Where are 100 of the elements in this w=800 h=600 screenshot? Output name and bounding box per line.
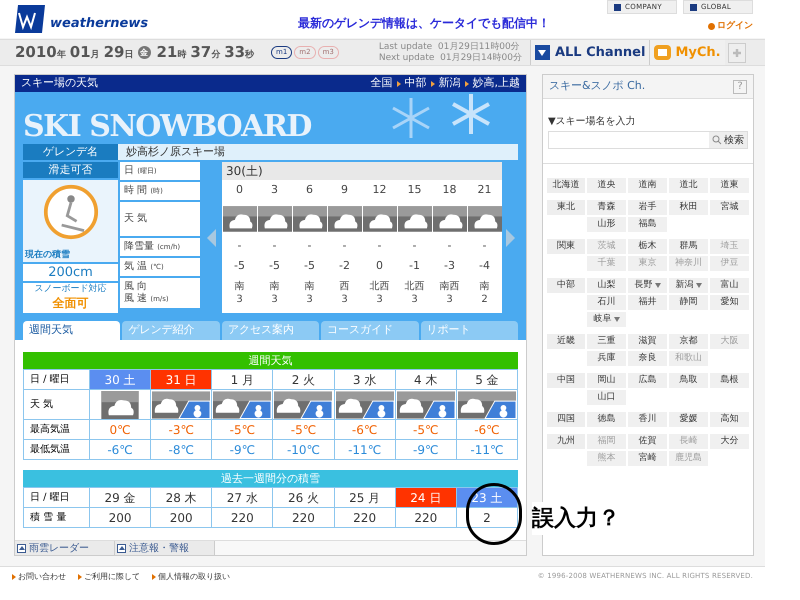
prefecture-button[interactable]: 長野	[628, 278, 667, 293]
prefecture-button[interactable]: 栃木	[628, 239, 667, 254]
prefecture-button[interactable]: 道北	[669, 178, 708, 193]
forecast-cell-text: -1	[408, 258, 421, 274]
prefecture-button[interactable]: 佐賀	[628, 434, 667, 449]
banner-title: SKI SNOWBOARD	[23, 112, 311, 142]
day-cell: 3 水	[334, 370, 396, 390]
breadcrumb-link[interactable]: 全国	[370, 75, 392, 92]
bottom-tab[interactable]: 注意報・警報	[115, 541, 215, 555]
dropdown-icon	[534, 45, 550, 60]
prefecture-button[interactable]: 京都	[669, 334, 708, 349]
region-button[interactable]: 九州	[547, 434, 585, 449]
wind-cell-text: 北西 3	[368, 280, 390, 307]
max-temp: -6℃	[334, 420, 396, 440]
region-button[interactable]: 中国	[547, 373, 585, 388]
all-channel-button[interactable]: ALL Channel	[530, 40, 650, 65]
footer-link[interactable]: 個人情報の取り扱い	[152, 570, 230, 582]
prefecture-button[interactable]: 島根	[710, 373, 749, 388]
add-button[interactable]	[728, 42, 746, 62]
day-cell: 25 月	[334, 488, 396, 508]
prefecture-button[interactable]: 鳥取	[669, 373, 708, 388]
prefecture-button[interactable]: 青森	[587, 200, 626, 215]
breadcrumb-link[interactable]: 新潟	[438, 75, 460, 92]
cloud-snow-icon	[274, 390, 332, 418]
day-cell: 1 月	[212, 370, 273, 390]
prefecture-button[interactable]: 愛媛	[669, 412, 708, 427]
prefecture-button[interactable]: 香川	[628, 412, 667, 427]
prefecture-button[interactable]: 山口	[587, 390, 626, 405]
footer-link[interactable]: ご利用に際して	[78, 570, 140, 582]
prefecture-button[interactable]: 宮崎	[628, 451, 667, 466]
prefecture-button[interactable]: 福井	[628, 295, 667, 310]
search-button[interactable]: 検索	[709, 132, 747, 148]
logo-text: weathernews	[50, 14, 148, 32]
tab[interactable]: 週間天気	[23, 321, 120, 340]
prefecture-button[interactable]: 岩手	[628, 200, 667, 215]
section-header: 過去一週間分の積雪	[23, 470, 518, 487]
prefecture-button[interactable]: 広島	[628, 373, 667, 388]
next-arrow-icon[interactable]	[506, 228, 514, 246]
prefecture-button[interactable]: 山梨	[587, 278, 626, 293]
date-unit: 年	[56, 49, 66, 62]
prefecture-button[interactable]: 奈良	[628, 351, 667, 366]
prefecture-button[interactable]: 静岡	[669, 295, 708, 310]
forecast-cell-text: 0	[235, 182, 244, 198]
date-number: 37	[190, 42, 212, 64]
breadcrumb-link[interactable]: 妙高,上越	[472, 75, 520, 92]
prefecture-button[interactable]: 兵庫	[587, 351, 626, 366]
prefecture-button[interactable]: 滋賀	[628, 334, 667, 349]
region-button[interactable]: 四国	[547, 412, 585, 427]
skier-icon	[42, 184, 98, 240]
region-button[interactable]: 近畿	[547, 334, 585, 349]
prefecture-button[interactable]: 道南	[628, 178, 667, 193]
prefecture-button[interactable]: 福島	[628, 217, 667, 232]
prefecture-button[interactable]: 三重	[587, 334, 626, 349]
forecast-cell-text: -	[236, 238, 242, 254]
prefecture-button[interactable]: 道東	[710, 178, 749, 193]
prefecture-button[interactable]: 岡山	[587, 373, 626, 388]
region-button[interactable]: 北海道	[547, 178, 585, 193]
prefecture-button[interactable]: 道央	[587, 178, 626, 193]
bottom-tab[interactable]: 雨雲レーダー	[15, 541, 115, 555]
forecast-cell-text: -3	[443, 258, 456, 274]
prefecture-button[interactable]: 新潟	[669, 278, 708, 293]
forecast-cell-text: -	[446, 238, 452, 254]
region-button[interactable]: 関東	[547, 239, 585, 254]
region-button[interactable]: 中部	[547, 278, 585, 293]
prefecture-button[interactable]: 大分	[710, 434, 749, 449]
prefecture-button[interactable]: 岐阜	[587, 312, 626, 327]
forecast-cell-text: -5	[303, 258, 316, 274]
search-field[interactable]: 検索	[548, 131, 748, 149]
max-temp: -5℃	[395, 420, 456, 440]
chevron-icon	[430, 80, 434, 86]
day-cell: 31 日	[150, 370, 212, 390]
triangle-icon	[17, 544, 26, 552]
prefecture-button[interactable]: 石川	[587, 295, 626, 310]
region-button[interactable]: 東北	[547, 200, 585, 215]
prefecture-button[interactable]: 秋田	[669, 200, 708, 215]
forecast-cell-text: 12	[372, 182, 388, 198]
wind-cell-text: 南 2	[478, 280, 490, 307]
snow-depth-cell: 220	[212, 508, 273, 528]
weekday-badge: 金	[138, 46, 150, 59]
prefecture-button[interactable]: 群馬	[669, 239, 708, 254]
prefecture-button[interactable]: 山形	[587, 217, 626, 232]
min-temp: -8℃	[150, 440, 212, 460]
forecast-cell-text: 9	[340, 182, 349, 198]
sidebar-title: スキー&スノボ Ch.	[549, 78, 646, 94]
plus-icon	[732, 48, 742, 58]
wind-cell-text: 南 3	[234, 280, 246, 307]
prefecture-button[interactable]: 愛知	[710, 295, 749, 310]
date-number: 33	[224, 42, 246, 64]
date-unit: 日	[124, 49, 134, 62]
prefecture-button[interactable]: 高知	[710, 412, 749, 427]
footer-link[interactable]: お問い合わせ	[12, 570, 66, 582]
resort-name: 妙高杉ノ原スキー場	[118, 144, 518, 160]
min-temp: -10℃	[272, 440, 334, 460]
prefecture-button[interactable]: 富山	[710, 278, 749, 293]
prefecture-button[interactable]: 宮城	[710, 200, 749, 215]
breadcrumb-link[interactable]: 中部	[404, 75, 426, 92]
prefecture-button[interactable]: 徳島	[587, 412, 626, 427]
forecast-date: 30(土)	[222, 162, 502, 180]
chevron-icon	[396, 80, 400, 86]
row-label: 積 雪 量	[24, 508, 90, 528]
